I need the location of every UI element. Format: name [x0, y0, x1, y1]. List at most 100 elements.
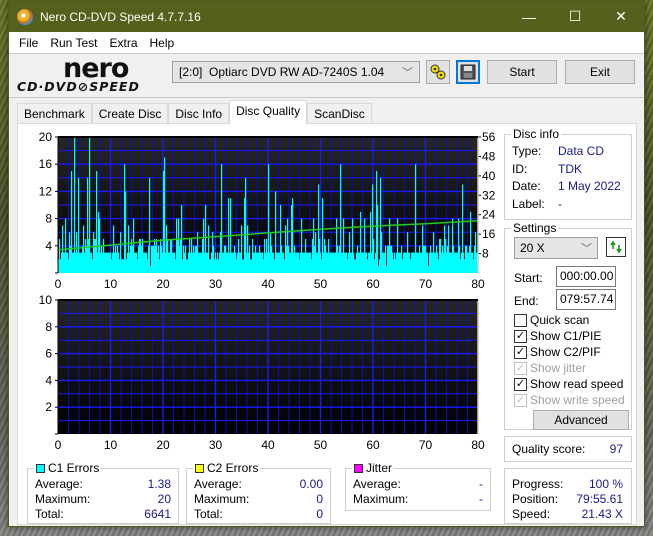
- menu-file[interactable]: File: [13, 36, 44, 50]
- c1-bar: [377, 205, 379, 273]
- show-c2-checkbox[interactable]: ✓ Show C2/PIF: [514, 345, 601, 359]
- y2-tick-label: 24: [482, 208, 496, 222]
- title-bar: Nero CD-DVD Speed 4.7.7.16 — ☐ ✕: [9, 1, 644, 32]
- tab-disc-quality[interactable]: Disc Quality: [229, 100, 308, 124]
- quality-score-value: 97: [609, 442, 623, 456]
- c1-maximum: 20: [157, 492, 171, 506]
- chevron-down-icon: ﹀: [402, 67, 413, 79]
- jitter-maximum: -: [479, 492, 483, 506]
- c2-swatch: [195, 463, 204, 473]
- exit-button[interactable]: Exit: [565, 60, 635, 84]
- tab-scandisc[interactable]: ScanDisc: [307, 103, 372, 124]
- check-icon: ✓: [514, 377, 527, 391]
- menu-extra[interactable]: Extra: [103, 36, 143, 50]
- c1-average: 1.38: [147, 477, 171, 491]
- y-tick-label: 16: [39, 157, 53, 171]
- x-tick-label: 50: [314, 438, 328, 452]
- x-tick-label: 0: [55, 277, 62, 291]
- y-tick-label: 20: [39, 130, 53, 144]
- app-icon: [17, 8, 33, 25]
- drive-settings-button[interactable]: [426, 60, 450, 84]
- check-icon: ✓: [514, 345, 527, 359]
- y-tick-label: 2: [45, 400, 52, 414]
- show-write-speed-checkbox[interactable]: ✓ Show write speed: [514, 393, 625, 407]
- minimize-button[interactable]: —: [506, 1, 552, 32]
- disc-info-title: Disc info: [511, 127, 562, 141]
- y2-tick-label: 48: [482, 149, 496, 163]
- x-tick-label: 30: [209, 277, 223, 291]
- maximize-button[interactable]: ☐: [552, 1, 598, 32]
- end-label: End:: [514, 294, 539, 308]
- x-tick-label: 50: [314, 277, 328, 291]
- start-time-input[interactable]: 000:00.00: [556, 266, 616, 287]
- c1-bar: [149, 177, 151, 273]
- app-window: Nero CD-DVD Speed 4.7.7.16 — ☐ ✕ File Ru…: [8, 0, 645, 527]
- disc-id: TDK: [558, 162, 582, 176]
- advanced-button[interactable]: Advanced: [533, 410, 629, 430]
- jitter-group: Jitter Average: - Maximum: -: [345, 461, 491, 511]
- end-time-input[interactable]: 079:57.74: [556, 289, 616, 310]
- c1-errors-group: C1 Errors Average: 1.38 Maximum: 20 Total:…: [27, 461, 179, 524]
- disc-type: Data CD: [558, 144, 605, 158]
- toolbar: nero CD·DVD⊘SPEED [2:0] Optiarc DVD RW A…: [9, 53, 644, 98]
- disc-info-group: Disc info Type: Data CD ID: TDK Date: 1 …: [504, 127, 632, 220]
- x-tick-label: 60: [366, 277, 380, 291]
- jitter-swatch: [354, 463, 363, 473]
- disc-date: 1 May 2022: [558, 179, 621, 193]
- quick-scan-checkbox[interactable]: Quick scan: [514, 313, 589, 327]
- settings-title: Settings: [511, 221, 559, 235]
- y-tick-label: 8: [45, 320, 52, 334]
- x-tick-label: 10: [104, 277, 118, 291]
- settings-group: Settings 20 X ﹀ Start: 000:00.00 End: 07…: [504, 221, 632, 430]
- checkbox-box: [514, 313, 527, 327]
- window-title: Nero CD-DVD Speed 4.7.7.16: [40, 9, 201, 24]
- disc-label: -: [558, 197, 562, 211]
- c2-errors-group: C2 Errors Average: 0.00 Maximum: 0 Total: 0: [186, 461, 331, 524]
- save-button[interactable]: [456, 60, 480, 84]
- x-tick-label: 0: [55, 438, 62, 452]
- speed-select[interactable]: 20 X ﹀: [514, 237, 598, 259]
- show-read-speed-checkbox[interactable]: ✓ Show read speed: [514, 377, 623, 391]
- save-icon: [460, 64, 476, 80]
- c2-maximum: 0: [316, 492, 323, 506]
- show-c1-checkbox[interactable]: ✓ Show C1/PIE: [514, 329, 601, 343]
- tab-disc-info[interactable]: Disc Info: [168, 103, 230, 124]
- y-tick-label: 4: [45, 373, 52, 387]
- x-tick-label: 20: [156, 438, 170, 452]
- tab-create-disc[interactable]: Create Disc: [91, 103, 169, 124]
- check-icon: ✓: [514, 329, 527, 343]
- drive-select[interactable]: [2:0] Optiarc DVD RW AD-7240S 1.04 ﹀: [172, 61, 420, 83]
- c2-average: 0.00: [299, 477, 323, 491]
- y-tick-label: 10: [39, 293, 53, 307]
- menu-run-test[interactable]: Run Test: [44, 36, 103, 50]
- x-tick-label: 40: [261, 438, 275, 452]
- menu-bar: File Run Test Extra Help: [9, 32, 644, 53]
- x-tick-label: 80: [471, 277, 485, 291]
- x-tick-label: 30: [209, 438, 223, 452]
- c1-total: 6641: [144, 507, 171, 521]
- show-jitter-checkbox[interactable]: ✓ Show jitter: [514, 361, 586, 375]
- c1-swatch: [36, 463, 45, 473]
- menu-help[interactable]: Help: [144, 36, 181, 50]
- close-button[interactable]: ✕: [598, 1, 644, 32]
- x-tick-label: 70: [419, 438, 433, 452]
- x-tick-label: 10: [104, 438, 118, 452]
- quality-score-group: Quality score: 97: [504, 436, 632, 462]
- check-icon: ✓: [514, 393, 527, 407]
- x-tick-label: 20: [156, 277, 170, 291]
- refresh-speed-button[interactable]: [606, 237, 626, 257]
- start-button[interactable]: Start: [487, 60, 557, 84]
- disc-quality-panel: 8 16 24 32 40 48 56 4 8 12 16 20 0 10 20 30 40 50 60 70 80 2…: [17, 123, 637, 525]
- c1-title: C1 Errors: [48, 461, 100, 475]
- position-value: 79:55.61: [576, 492, 623, 506]
- tab-benchmark[interactable]: Benchmark: [17, 103, 92, 124]
- y-tick-label: 6: [45, 347, 52, 361]
- y2-tick-label: 32: [482, 188, 496, 202]
- y2-tick-label: 40: [482, 169, 496, 183]
- progress-value: 100 %: [588, 477, 623, 491]
- y-tick-label: 12: [39, 184, 53, 198]
- check-icon: ✓: [514, 361, 527, 375]
- c2-title: C2 Errors: [207, 461, 259, 475]
- nero-logo: nero CD·DVD⊘SPEED: [17, 53, 140, 94]
- y-tick-label: 4: [45, 239, 52, 253]
